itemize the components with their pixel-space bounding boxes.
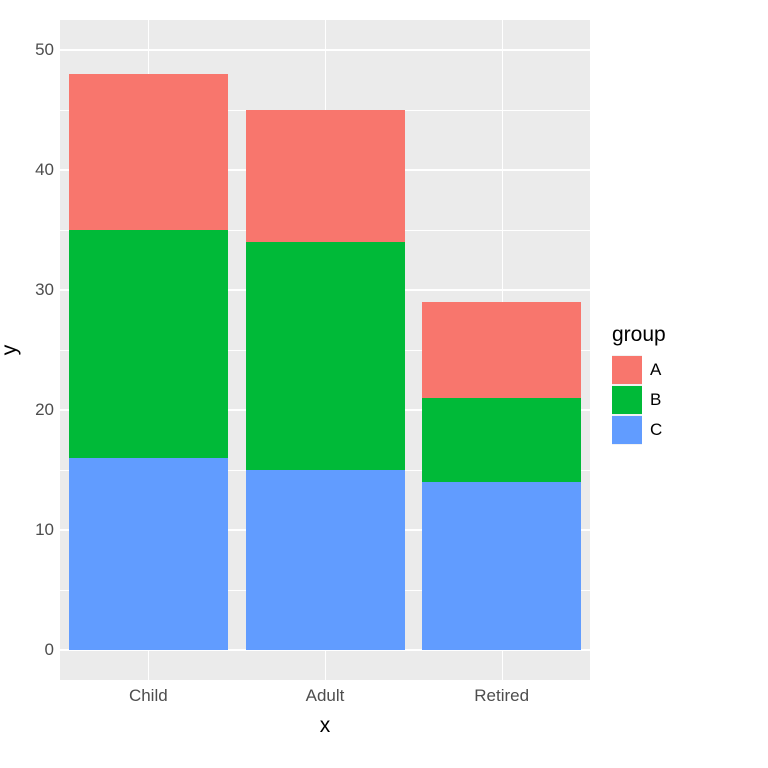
bar-segment-A: [69, 74, 228, 230]
legend-label: A: [650, 360, 661, 380]
legend-key: [612, 385, 642, 415]
bar-segment-C: [69, 458, 228, 650]
x-tick-label: Adult: [306, 686, 345, 706]
legend-item-C: C: [612, 415, 666, 445]
legend-key: [612, 415, 642, 445]
legend-swatch-A: [612, 356, 642, 384]
bar-segment-A: [422, 302, 581, 398]
bar-retired: [422, 20, 581, 680]
legend-item-A: A: [612, 355, 666, 385]
legend-label: B: [650, 390, 661, 410]
x-tick-label: Retired: [474, 686, 529, 706]
x-axis-label: x: [320, 714, 331, 738]
bar-child: [69, 20, 228, 680]
bar-segment-A: [246, 110, 405, 242]
legend-swatch-B: [612, 386, 642, 414]
y-tick-label: 40: [35, 160, 54, 180]
legend-title: group: [612, 323, 666, 347]
stacked-bar-chart: 0 10 20 30 40 50 Child Adult Retired y x group …: [0, 0, 768, 768]
x-tick-label: Child: [129, 686, 168, 706]
y-tick-label: 30: [35, 280, 54, 300]
y-tick-label: 20: [35, 400, 54, 420]
bar-segment-C: [246, 470, 405, 650]
bar-segment-C: [422, 482, 581, 650]
bar-adult: [246, 20, 405, 680]
bar-segment-B: [69, 230, 228, 458]
legend: group ABC: [612, 323, 666, 445]
legend-item-B: B: [612, 385, 666, 415]
plot-panel: [60, 20, 590, 680]
legend-key: [612, 355, 642, 385]
y-tick-label: 10: [35, 520, 54, 540]
bar-segment-B: [246, 242, 405, 470]
y-tick-label: 0: [45, 640, 54, 660]
legend-swatch-C: [612, 416, 642, 444]
bar-segment-B: [422, 398, 581, 482]
y-tick-label: 50: [35, 40, 54, 60]
y-axis-label: y: [0, 345, 22, 356]
legend-label: C: [650, 420, 662, 440]
